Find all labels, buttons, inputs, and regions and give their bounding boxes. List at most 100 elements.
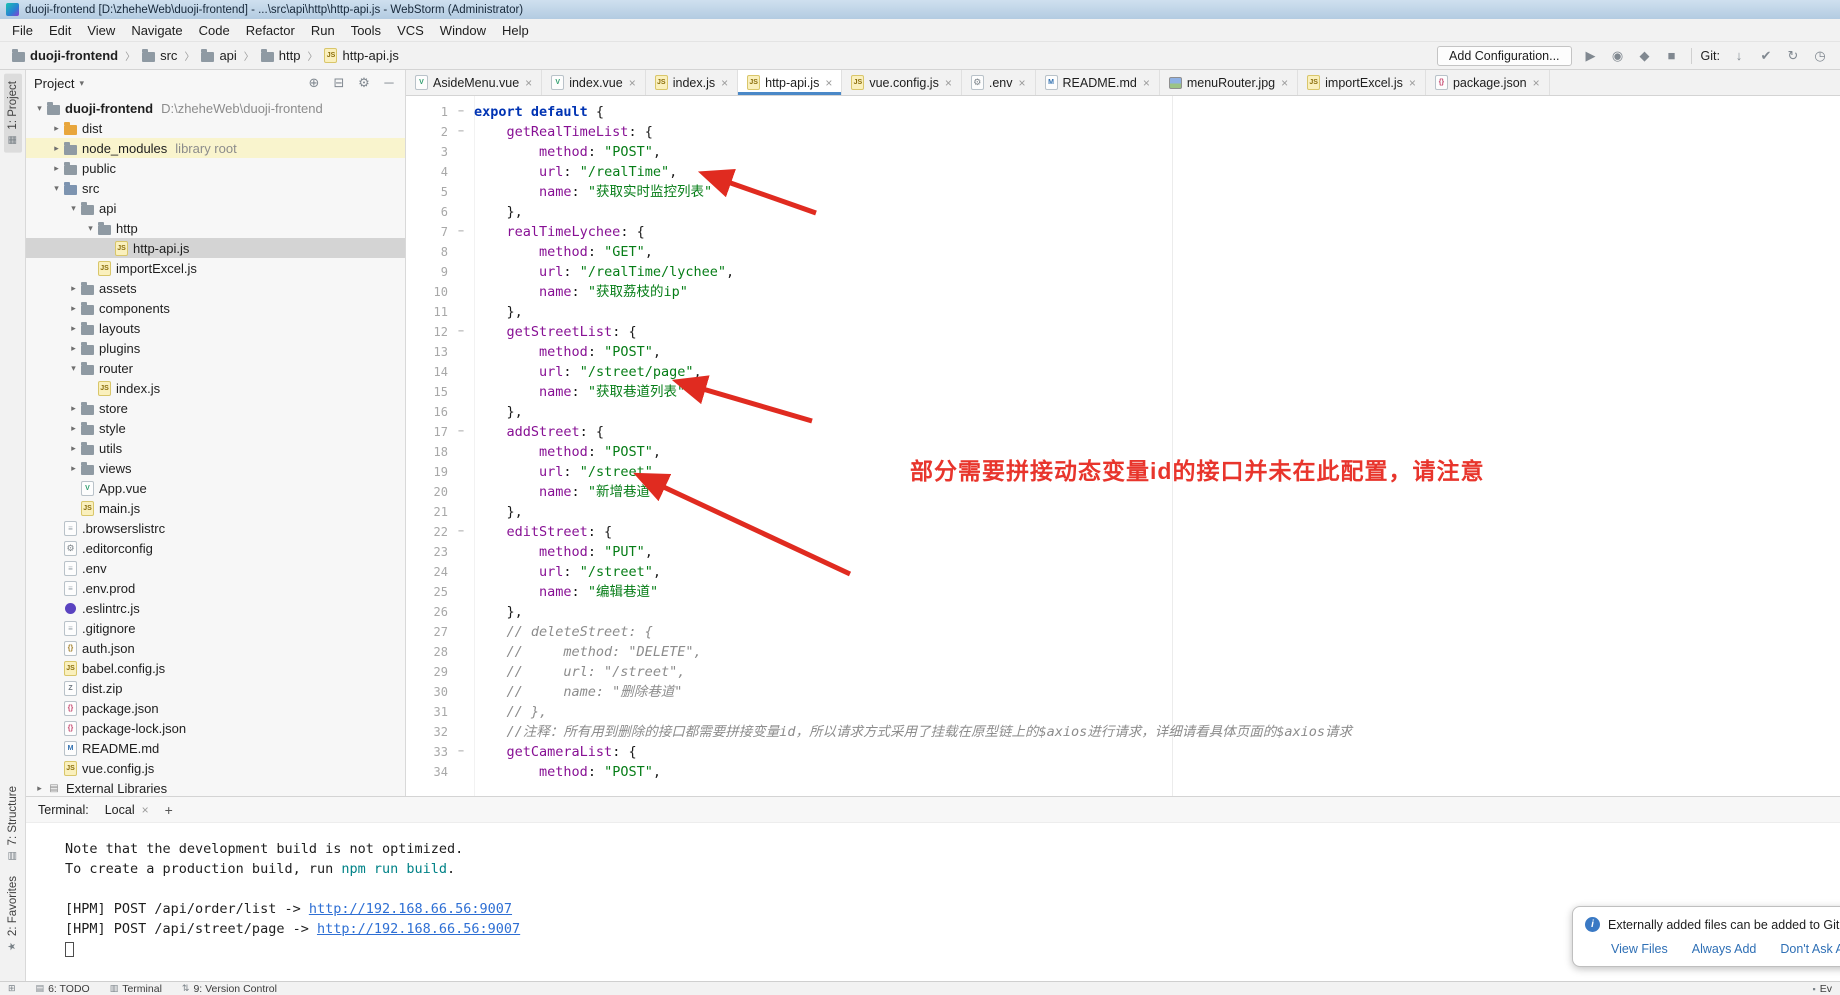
menu-vcs[interactable]: VCS — [389, 19, 432, 41]
line-number[interactable]: 16 — [406, 402, 448, 422]
code-line-30[interactable]: 30 // name: "删除巷道" — [406, 682, 1840, 702]
tree-item-utils[interactable]: ▸utils — [26, 438, 405, 458]
code-line-12[interactable]: 12− getStreetList: { — [406, 322, 1840, 342]
line-number[interactable]: 7 — [406, 222, 448, 242]
title-bar[interactable]: duoji-frontend [D:\zheheWeb\duoji-fronte… — [0, 0, 1840, 19]
code-line-20[interactable]: 20 name: "新增巷道" — [406, 482, 1840, 502]
tab-index.js[interactable]: JSindex.js× — [646, 70, 738, 95]
tree-item-layouts[interactable]: ▸layouts — [26, 318, 405, 338]
line-number[interactable]: 2 — [406, 122, 448, 142]
fold-icon[interactable]: − — [448, 422, 474, 442]
code-line-23[interactable]: 23 method: "PUT", — [406, 542, 1840, 562]
tree-item-src[interactable]: ▾src — [26, 178, 405, 198]
tree-item-.eslintrc.js[interactable]: .eslintrc.js — [26, 598, 405, 618]
statusbar-item-9-version-control[interactable]: ⇅9: Version Control — [182, 983, 277, 995]
debug-icon[interactable]: ◉ — [1608, 48, 1628, 64]
line-number[interactable]: 25 — [406, 582, 448, 602]
statusbar-item-terminal[interactable]: ▥Terminal — [110, 983, 162, 995]
tab-index.vue[interactable]: Vindex.vue× — [542, 70, 646, 95]
code-line-14[interactable]: 14 url: "/street/page", — [406, 362, 1840, 382]
breadcrumb-item-src[interactable]: src — [140, 48, 179, 63]
tab-close-icon[interactable]: × — [1018, 76, 1025, 90]
line-number[interactable]: 34 — [406, 762, 448, 782]
menu-code[interactable]: Code — [191, 19, 238, 41]
breadcrumb-item-duoji-frontend[interactable]: duoji-frontend — [10, 48, 120, 63]
line-number[interactable]: 29 — [406, 662, 448, 682]
tool-window-button-7-structure[interactable]: ▤7: Structure — [4, 779, 22, 868]
statusbar-item-6-todo[interactable]: ▤6: TODO — [36, 983, 90, 995]
menu-edit[interactable]: Edit — [41, 19, 79, 41]
tree-item-plugins[interactable]: ▸plugins — [26, 338, 405, 358]
project-panel-title[interactable]: Project — [34, 76, 74, 91]
fold-icon[interactable]: − — [448, 102, 474, 122]
code-line-29[interactable]: 29 // url: "/street", — [406, 662, 1840, 682]
tree-item-readme.md[interactable]: MREADME.md — [26, 738, 405, 758]
chevron-right-icon[interactable]: ▸ — [66, 443, 81, 454]
tree-item-dist.zip[interactable]: Zdist.zip — [26, 678, 405, 698]
line-number[interactable]: 15 — [406, 382, 448, 402]
code-line-10[interactable]: 10 name: "获取荔枝的ip" — [406, 282, 1840, 302]
line-number[interactable]: 23 — [406, 542, 448, 562]
menu-refactor[interactable]: Refactor — [238, 19, 303, 41]
fold-icon[interactable]: − — [448, 122, 474, 142]
chevron-right-icon[interactable]: ▸ — [66, 423, 81, 434]
tree-item-store[interactable]: ▸store — [26, 398, 405, 418]
terminal-link[interactable]: http://192.168.66.56:9007 — [317, 921, 520, 937]
chevron-down-icon[interactable]: ▾ — [79, 78, 84, 89]
tree-item-.editorconfig[interactable]: ⚙.editorconfig — [26, 538, 405, 558]
code-line-32[interactable]: 32 //注释：所有用到删除的接口都需要拼接变量id，所以请求方式采用了挂载在原… — [406, 722, 1840, 742]
menu-file[interactable]: File — [4, 19, 41, 41]
stop-icon[interactable]: ■ — [1662, 48, 1682, 64]
line-number[interactable]: 24 — [406, 562, 448, 582]
tree-item-babel.config.js[interactable]: JSbabel.config.js — [26, 658, 405, 678]
fold-icon[interactable]: − — [448, 742, 474, 762]
line-number[interactable]: 26 — [406, 602, 448, 622]
tree-item-importexcel.js[interactable]: JSimportExcel.js — [26, 258, 405, 278]
line-number[interactable]: 19 — [406, 462, 448, 482]
tool-window-button-2-favorites[interactable]: ★2: Favorites — [4, 869, 22, 959]
code-line-21[interactable]: 21 }, — [406, 502, 1840, 522]
menu-view[interactable]: View — [79, 19, 123, 41]
code-line-7[interactable]: 7− realTimeLychee: { — [406, 222, 1840, 242]
chevron-right-icon[interactable]: ▸ — [49, 143, 64, 154]
notification-action-always-add[interactable]: Always Add — [1692, 942, 1757, 956]
tab-close-icon[interactable]: × — [1533, 76, 1540, 90]
terminal-tab-local[interactable]: Local × — [105, 803, 149, 817]
code-line-16[interactable]: 16 }, — [406, 402, 1840, 422]
terminal-link[interactable]: http://192.168.66.56:9007 — [309, 901, 512, 917]
chevron-right-icon[interactable]: ▸ — [66, 403, 81, 414]
tree-item-external-libraries[interactable]: ▸▤External Libraries — [26, 778, 405, 796]
line-number[interactable]: 1 — [406, 102, 448, 122]
line-number[interactable]: 3 — [406, 142, 448, 162]
tree-item-views[interactable]: ▸views — [26, 458, 405, 478]
chevron-right-icon[interactable]: ▸ — [66, 323, 81, 334]
tree-item-public[interactable]: ▸public — [26, 158, 405, 178]
line-number[interactable]: 8 — [406, 242, 448, 262]
line-number[interactable]: 33 — [406, 742, 448, 762]
line-number[interactable]: 32 — [406, 722, 448, 742]
line-number[interactable]: 22 — [406, 522, 448, 542]
line-number[interactable]: 31 — [406, 702, 448, 722]
line-number[interactable]: 18 — [406, 442, 448, 462]
tab-close-icon[interactable]: × — [1281, 76, 1288, 90]
code-line-8[interactable]: 8 method: "GET", — [406, 242, 1840, 262]
chevron-down-icon[interactable]: ▾ — [49, 183, 64, 194]
chevron-right-icon[interactable]: ▸ — [66, 283, 81, 294]
chevron-right-icon[interactable]: ▸ — [66, 463, 81, 474]
tree-item-dist[interactable]: ▸dist — [26, 118, 405, 138]
menu-navigate[interactable]: Navigate — [123, 19, 190, 41]
tree-item-index.js[interactable]: JSindex.js — [26, 378, 405, 398]
tab-asidemenu.vue[interactable]: VAsideMenu.vue× — [406, 70, 542, 95]
breadcrumb-item-http[interactable]: http — [259, 48, 303, 63]
code-line-34[interactable]: 34 method: "POST", — [406, 762, 1840, 782]
menu-run[interactable]: Run — [303, 19, 343, 41]
tab-readme.md[interactable]: MREADME.md× — [1036, 70, 1160, 95]
statusbar-item-grid[interactable]: ⊞ — [8, 983, 16, 994]
tab-vue.config.js[interactable]: JSvue.config.js× — [842, 70, 962, 95]
fold-icon[interactable]: − — [448, 322, 474, 342]
code-line-1[interactable]: 1−export default { — [406, 102, 1840, 122]
tree-item-assets[interactable]: ▸assets — [26, 278, 405, 298]
line-number[interactable]: 4 — [406, 162, 448, 182]
code-line-27[interactable]: 27 // deleteStreet: { — [406, 622, 1840, 642]
tab-.env[interactable]: ⚙.env× — [962, 70, 1036, 95]
